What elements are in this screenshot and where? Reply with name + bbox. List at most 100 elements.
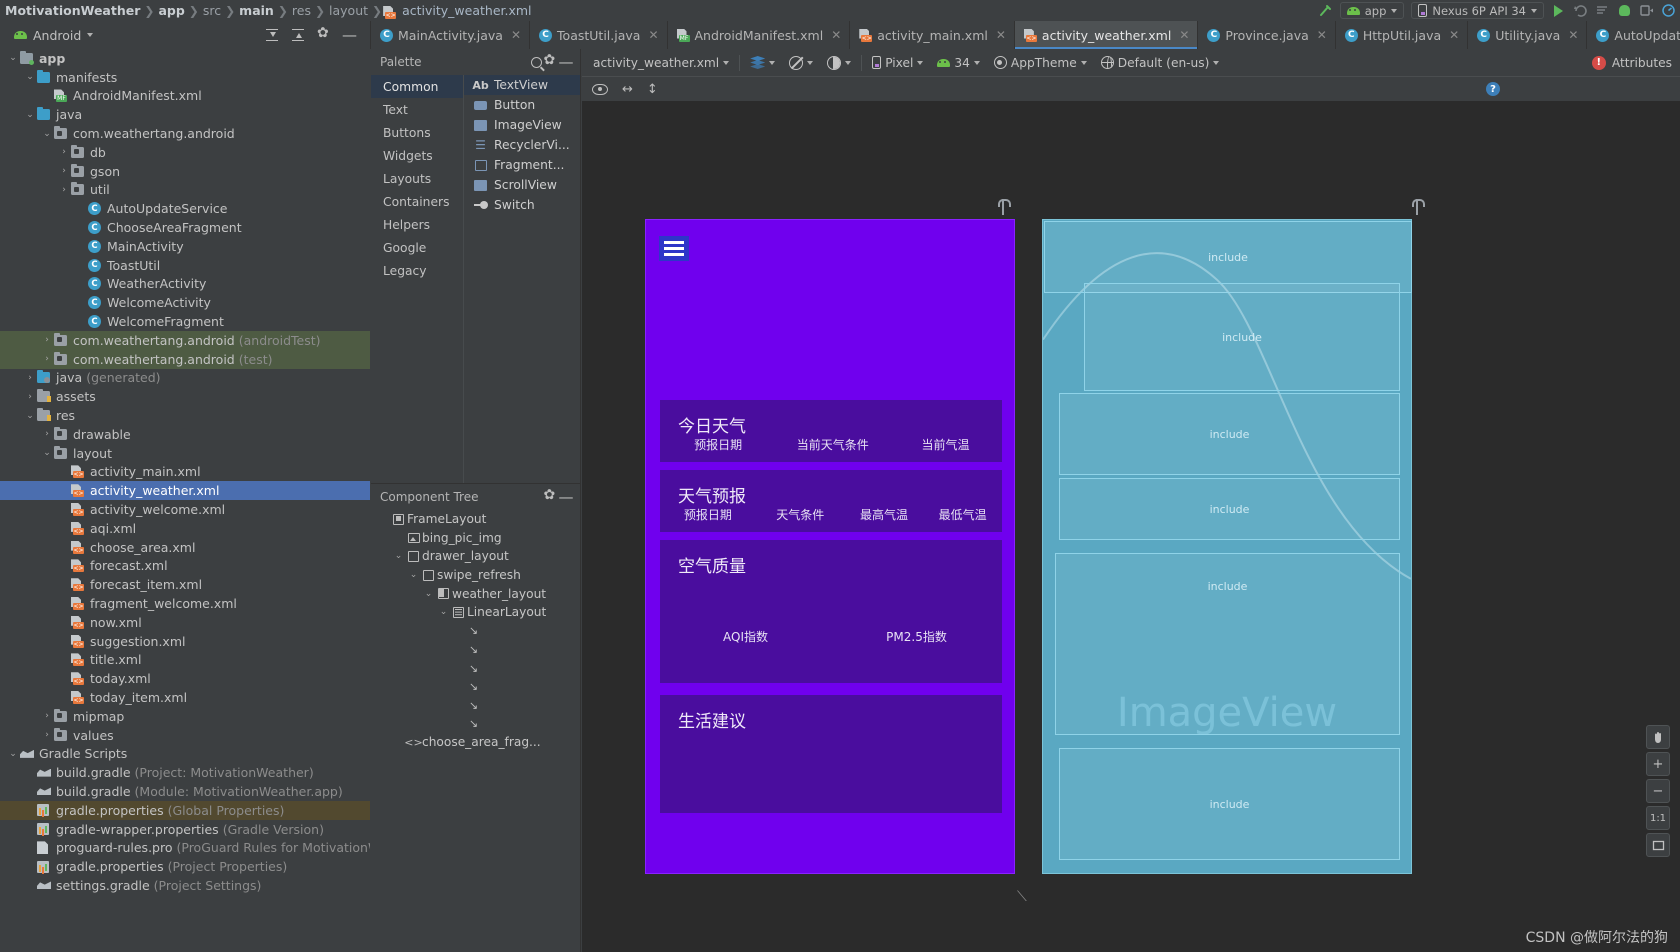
component-tree-node[interactable]: bing_pic_img: [371, 529, 580, 548]
design-surface[interactable]: 今日天气 预报日期 当前天气条件 当前气温 天气预报 预报日期 天气条件 最高气…: [582, 101, 1680, 952]
api-level-selector[interactable]: 34: [930, 56, 987, 70]
component-tree-node[interactable]: ↘: [371, 659, 580, 678]
palette-item[interactable]: Button: [464, 95, 580, 115]
project-tree-row[interactable]: ·C MainActivity: [0, 237, 370, 256]
project-tree-row[interactable]: ⌄ manifests: [0, 68, 370, 87]
component-tree-settings-gear-icon[interactable]: [542, 487, 558, 505]
project-tree-row[interactable]: ·<> now.xml: [0, 613, 370, 632]
palette-category[interactable]: Common: [371, 75, 463, 98]
breadcrumb-item-file[interactable]: activity_weather.xml: [399, 3, 534, 18]
node-expand-arrow[interactable]: ⌄: [392, 551, 405, 561]
build-hammer-icon[interactable]: [1318, 3, 1333, 18]
project-tree-row[interactable]: ·<> fragment_welcome.xml: [0, 594, 370, 613]
tree-expand-arrow[interactable]: ⌄: [40, 448, 54, 458]
project-tree-row[interactable]: › gson: [0, 162, 370, 181]
tree-expand-arrow[interactable]: ⌄: [6, 53, 20, 63]
tree-expand-arrow[interactable]: ·: [23, 843, 37, 853]
visibility-eye-icon[interactable]: [592, 83, 608, 95]
project-tree-row[interactable]: ·<> today_item.xml: [0, 688, 370, 707]
tree-expand-arrow[interactable]: ·: [23, 880, 37, 890]
node-expand-arrow[interactable]: ⌄: [407, 570, 420, 580]
breadcrumb-item-res[interactable]: res: [289, 3, 314, 18]
tree-expand-arrow[interactable]: ·: [40, 91, 54, 101]
component-tree-node[interactable]: ⌄ drawer_layout: [371, 547, 580, 566]
project-tree-row[interactable]: ·<> aqi.xml: [0, 519, 370, 538]
project-tree-row[interactable]: ·<> choose_area.xml: [0, 538, 370, 557]
project-tree-row[interactable]: ·C ChooseAreaFragment: [0, 218, 370, 237]
editor-tab[interactable]: C Province.java ✕: [1197, 21, 1334, 49]
palette-item[interactable]: Switch: [464, 195, 580, 215]
project-tree-row[interactable]: · build.gradle(Project: MotivationWeather…: [0, 763, 370, 782]
component-tree-node[interactable]: ↘: [371, 622, 580, 641]
project-tree-row[interactable]: ·<> forecast_item.xml: [0, 575, 370, 594]
project-tree-row[interactable]: ·C WeatherActivity: [0, 275, 370, 294]
tree-expand-arrow[interactable]: ›: [40, 711, 54, 721]
project-tree-row[interactable]: · gradle.properties(Project Properties): [0, 857, 370, 876]
night-mode-selector[interactable]: [820, 55, 858, 70]
tree-expand-arrow[interactable]: ⌄: [6, 749, 20, 759]
project-tree-row[interactable]: ·<> today.xml: [0, 669, 370, 688]
project-tree-row[interactable]: ·<> activity_weather.xml: [0, 481, 370, 501]
project-tree-row[interactable]: ·<> suggestion.xml: [0, 632, 370, 651]
palette-hide-icon[interactable]: —: [558, 54, 574, 70]
tree-expand-arrow[interactable]: ·: [57, 636, 71, 646]
component-tree-node[interactable]: ⌄ swipe_refresh: [371, 566, 580, 585]
hamburger-menu-icon[interactable]: [659, 236, 689, 261]
breadcrumb-item-main[interactable]: main: [236, 3, 277, 18]
tree-expand-arrow[interactable]: ·: [57, 674, 71, 684]
resize-handle[interactable]: ⟍: [1017, 889, 1027, 905]
breadcrumb-item-src[interactable]: src: [200, 3, 224, 18]
close-icon[interactable]: ✕: [1179, 28, 1189, 42]
palette-item[interactable]: Ab TextView: [464, 75, 580, 95]
project-view-selector[interactable]: Android: [0, 28, 115, 43]
project-tree-row[interactable]: ⌄ app: [0, 49, 370, 68]
settings-gear-icon[interactable]: [317, 25, 330, 42]
component-tree-hide-icon[interactable]: —: [558, 489, 574, 505]
theme-selector[interactable]: AppTheme: [987, 56, 1094, 70]
palette-category[interactable]: Helpers: [371, 213, 463, 236]
project-tree-row[interactable]: ⌄ com.weathertang.android: [0, 124, 370, 143]
tree-expand-arrow[interactable]: ⌄: [23, 72, 37, 82]
blueprint-include[interactable]: include: [1059, 478, 1400, 540]
run-config-selector[interactable]: app: [1339, 2, 1405, 19]
component-tree-node[interactable]: <> choose_area_frag...: [371, 733, 580, 752]
project-tree-row[interactable]: › com.weathertang.android (test): [0, 349, 370, 369]
tree-expand-arrow[interactable]: ›: [40, 429, 54, 439]
error-badge-icon[interactable]: !: [1591, 55, 1606, 70]
breadcrumb-item-layout[interactable]: layout: [326, 3, 371, 18]
editor-tab[interactable]: <> activity_main.xml ✕: [849, 21, 1014, 49]
attributes-label[interactable]: Attributes: [1612, 56, 1672, 70]
palette-item-list[interactable]: Ab TextView Button ImageView ☰ RecyclerVi... F…: [463, 75, 580, 483]
tree-expand-arrow[interactable]: ·: [23, 824, 37, 834]
project-tree-row[interactable]: › util: [0, 181, 370, 200]
node-expand-arrow[interactable]: ⌄: [422, 589, 435, 599]
palette-category[interactable]: Buttons: [371, 121, 463, 144]
tree-expand-arrow[interactable]: ·: [57, 523, 71, 533]
orientation-selector[interactable]: [782, 55, 820, 70]
palette-item[interactable]: Fragment...: [464, 155, 580, 175]
node-expand-arrow[interactable]: ⌄: [437, 607, 450, 617]
search-icon[interactable]: [531, 56, 542, 68]
preview-card-today[interactable]: 今日天气 预报日期 当前天气条件 当前气温: [660, 400, 1002, 462]
palette-item[interactable]: ScrollView: [464, 175, 580, 195]
editor-tab[interactable]: <> activity_weather.xml ✕: [1013, 21, 1198, 49]
tree-expand-arrow[interactable]: ·: [23, 768, 37, 778]
project-tree-row[interactable]: · gradle-wrapper.properties(Gradle Versio…: [0, 820, 370, 839]
project-tree-row[interactable]: › assets: [0, 387, 370, 406]
tree-expand-arrow[interactable]: ›: [57, 166, 71, 176]
project-tree-row[interactable]: ⌄ Gradle Scripts: [0, 744, 370, 763]
tree-expand-arrow[interactable]: ·: [23, 786, 37, 796]
run-icon[interactable]: [1551, 3, 1566, 18]
zoom-ratio-button[interactable]: 1:1: [1646, 806, 1670, 830]
close-icon[interactable]: ✕: [511, 28, 521, 42]
palette-settings-gear-icon[interactable]: [542, 52, 558, 70]
editor-tab[interactable]: C ToastUtil.java ✕: [529, 21, 666, 49]
tree-expand-arrow[interactable]: ·: [57, 505, 71, 515]
component-tree-node[interactable]: ↘: [371, 640, 580, 659]
tree-expand-arrow[interactable]: ·: [57, 692, 71, 702]
project-tree-row[interactable]: ·<> activity_main.xml: [0, 463, 370, 482]
hide-panel-icon[interactable]: —: [342, 27, 357, 43]
breadcrumb-item-app[interactable]: app: [155, 3, 187, 18]
editor-tab[interactable]: CAutoUpdateService.ja✕: [1586, 21, 1680, 49]
component-tree-node[interactable]: ↘: [371, 715, 580, 734]
